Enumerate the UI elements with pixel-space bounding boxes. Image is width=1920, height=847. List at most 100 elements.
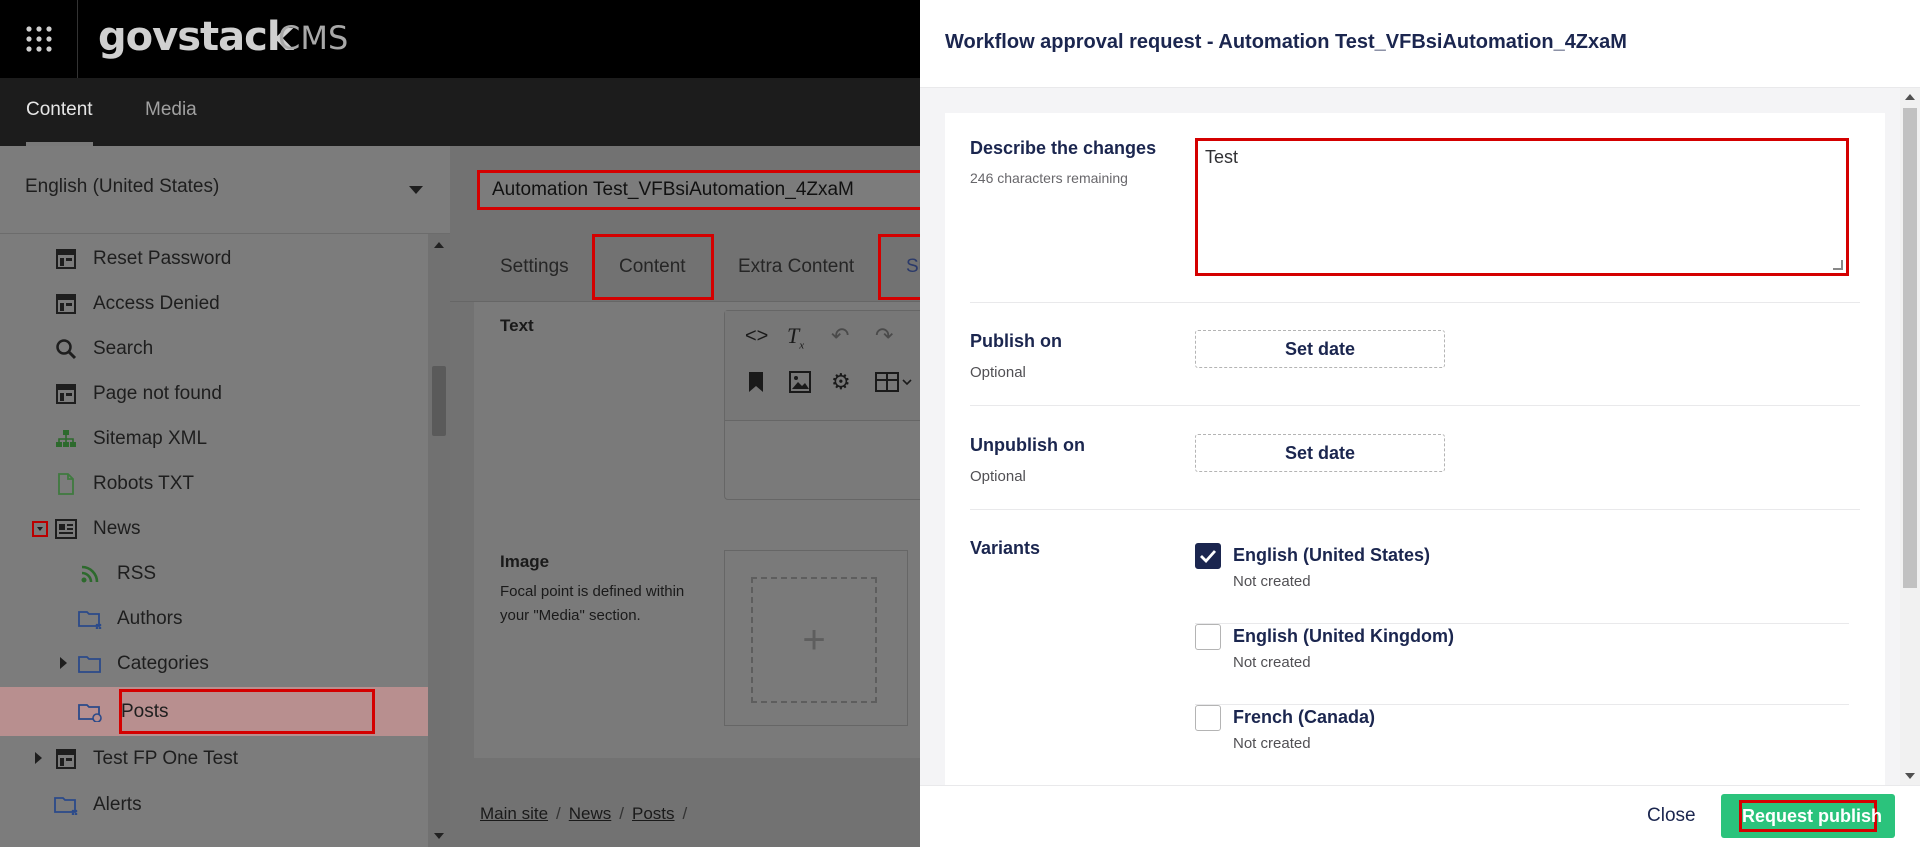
page-layout-icon	[54, 292, 78, 316]
scroll-down-icon[interactable]	[1905, 773, 1915, 779]
tab-extra-content[interactable]: Extra Content	[738, 256, 854, 278]
scrollbar-thumb[interactable]	[1903, 108, 1917, 588]
language-selector-value: English (United States)	[25, 176, 220, 197]
modal-form-panel: Describe the changes 246 characters rema…	[945, 113, 1885, 785]
table-icon[interactable]	[875, 371, 915, 399]
unpublish-on-label: Unpublish on	[970, 435, 1085, 455]
tree-item-news[interactable]: News	[0, 506, 428, 551]
folder-icon	[78, 607, 102, 631]
request-publish-label: Request publish	[1739, 800, 1882, 832]
variants-label: Variants	[970, 538, 1041, 558]
tree-item-label: Search	[93, 337, 154, 359]
tab-media[interactable]: Media	[145, 78, 197, 146]
tree-item-alerts[interactable]: Alerts	[0, 782, 428, 827]
publish-on-optional: Optional	[970, 364, 1026, 381]
modal-title: Workflow approval request - Automation T…	[945, 31, 1627, 53]
expand-arrow-icon[interactable]	[60, 657, 67, 669]
folder-icon	[78, 652, 102, 676]
bookmark-icon[interactable]	[747, 371, 765, 399]
tab-content[interactable]: Content	[26, 78, 93, 146]
unpublish-on-optional: Optional	[970, 468, 1026, 485]
request-publish-button[interactable]: Request publish	[1721, 794, 1895, 838]
modal-footer: Close Request publish	[920, 785, 1920, 847]
workflow-approval-modal: Workflow approval request - Automation T…	[920, 0, 1920, 847]
tree-item-label: Robots TXT	[93, 472, 195, 494]
news-icon	[54, 517, 78, 541]
chevron-down-icon	[409, 186, 423, 194]
breadcrumb-news[interactable]: News	[569, 804, 612, 823]
divider	[970, 509, 1860, 510]
brand-product: CMS	[278, 19, 349, 57]
tree-item-robots-txt[interactable]: Robots TXT	[0, 461, 428, 506]
variant-checkbox[interactable]	[1195, 705, 1221, 731]
breadcrumb-main-site[interactable]: Main site	[480, 804, 548, 823]
close-button[interactable]: Close	[1647, 805, 1696, 827]
gear-icon[interactable]: ⚙	[831, 369, 851, 395]
tree-item-reset-password[interactable]: Reset Password	[0, 236, 428, 281]
describe-changes-label: Describe the changes	[970, 138, 1157, 158]
tree-item-label: Page not found	[93, 382, 222, 404]
variant-checkbox[interactable]	[1195, 624, 1221, 650]
unpublish-on-set-date-button[interactable]: Set date	[1195, 434, 1445, 472]
tree-item-label: Alerts	[93, 793, 142, 815]
sidebar-scrollbar[interactable]	[428, 234, 450, 847]
scroll-up-icon[interactable]	[1905, 94, 1915, 100]
breadcrumb-posts[interactable]: Posts	[632, 804, 675, 823]
tree-item-access-denied[interactable]: Access Denied	[0, 281, 428, 326]
scroll-up-icon[interactable]	[434, 242, 444, 248]
modal-scrollbar[interactable]	[1900, 88, 1920, 785]
search-icon	[54, 337, 78, 361]
tree-item-categories[interactable]: Categories	[0, 641, 428, 686]
resize-handle-icon[interactable]	[1833, 260, 1843, 270]
variant-french-canada: French (Canada) Not created	[1195, 705, 1849, 785]
page-editor: Automation Test_VFBsiAutomation_4ZxaM Se…	[450, 146, 929, 847]
scrollbar-thumb[interactable]	[432, 366, 446, 436]
page-layout-icon	[54, 382, 78, 406]
tab-settings[interactable]: Settings	[500, 256, 569, 278]
publish-on-set-date-button[interactable]: Set date	[1195, 330, 1445, 368]
variant-status: Not created	[1233, 654, 1311, 671]
describe-changes-value: Test	[1205, 147, 1239, 167]
tree-item-search[interactable]: Search	[0, 326, 428, 371]
tree-item-rss[interactable]: RSS	[0, 551, 428, 596]
undo-icon[interactable]: ↶	[831, 323, 849, 349]
image-chooser[interactable]: +	[724, 550, 908, 726]
image-field-description: Focal point is defined within your "Medi…	[500, 583, 685, 624]
rss-icon	[78, 562, 102, 586]
page-title-input[interactable]: Automation Test_VFBsiAutomation_4ZxaM	[477, 170, 920, 210]
tree-item-test-fp-one-test[interactable]: Test FP One Test	[0, 736, 428, 781]
tree-item-label: Access Denied	[93, 292, 220, 314]
folder-icon	[78, 700, 102, 724]
describe-changes-textarea[interactable]: Test	[1195, 138, 1849, 276]
tree-item-authors[interactable]: Authors	[0, 596, 428, 641]
image-icon[interactable]	[789, 371, 811, 399]
variant-checkbox[interactable]	[1195, 543, 1221, 569]
source-code-icon[interactable]: <>	[745, 325, 768, 348]
sitemap-icon	[54, 427, 78, 451]
collapse-toggle-icon[interactable]	[28, 517, 52, 541]
document-icon	[54, 472, 78, 496]
rich-text-editor[interactable]: <> Tx ↶ ↷ ⚙	[724, 310, 921, 500]
characters-remaining: 246 characters remaining	[970, 170, 1128, 186]
tree-item-posts[interactable]: Posts	[0, 687, 428, 736]
redo-icon[interactable]: ↷	[875, 323, 893, 349]
expand-arrow-icon[interactable]	[35, 752, 42, 764]
language-selector[interactable]: English (United States)	[0, 146, 450, 234]
scroll-down-icon[interactable]	[434, 833, 444, 839]
tree-item-label: News	[93, 517, 141, 539]
tab-content[interactable]: Content	[619, 256, 686, 278]
tree-item-label: Categories	[117, 652, 209, 674]
app-switcher-button[interactable]	[0, 0, 78, 78]
variant-name: English (United States)	[1233, 545, 1431, 565]
page-layout-icon	[54, 747, 78, 771]
add-image-icon: +	[751, 577, 877, 703]
tree-item-label: RSS	[117, 562, 157, 584]
variant-name: French (Canada)	[1233, 707, 1376, 727]
tree-item-sitemap-xml[interactable]: Sitemap XML	[0, 416, 428, 461]
clear-format-icon[interactable]: Tx	[787, 323, 804, 351]
tree-item-label: Posts	[121, 700, 169, 722]
tree-item-page-not-found[interactable]: Page not found	[0, 371, 428, 416]
tree-item-label: Test FP One Test	[93, 747, 239, 769]
page-layout-icon	[54, 247, 78, 271]
brand-logo[interactable]: govstack	[98, 14, 293, 60]
